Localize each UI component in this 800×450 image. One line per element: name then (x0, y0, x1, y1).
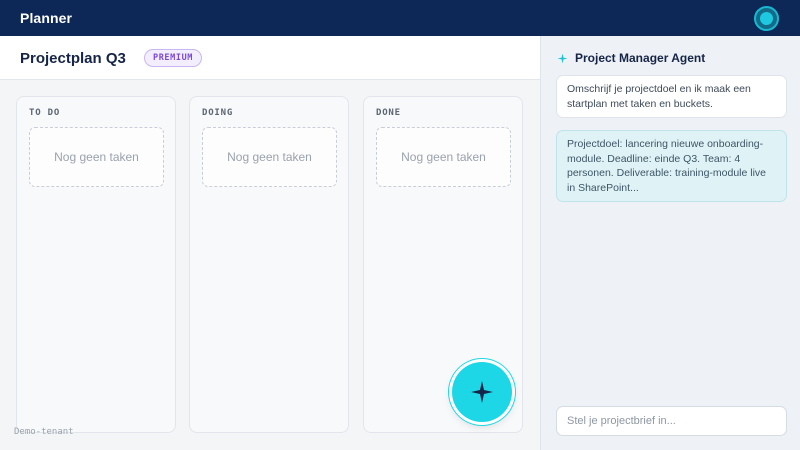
agent-header: Project Manager Agent (557, 51, 705, 65)
empty-placeholder: Nog geen taken (202, 127, 337, 187)
column-doing: DOING Nog geen taken (189, 96, 349, 433)
sparkle-icon (557, 52, 568, 64)
premium-badge: PREMIUM (144, 49, 203, 67)
column-title: DOING (202, 108, 234, 118)
agent-title: Project Manager Agent (575, 51, 706, 65)
column-todo: TO DO Nog geen taken (16, 96, 176, 433)
page-title: Projectplan Q3 (20, 50, 126, 67)
board-header: Projectplan Q3 PREMIUM (0, 36, 540, 80)
sparkle-icon (471, 381, 493, 403)
column-title: TO DO (29, 108, 61, 118)
ai-sparkle-button[interactable] (452, 362, 512, 422)
agent-panel: Project Manager Agent Omschrijf je proje… (540, 36, 800, 450)
empty-placeholder: Nog geen taken (376, 127, 511, 187)
user-message: Projectdoel: lancering nieuwe onboarding… (556, 130, 787, 202)
board-area: Projectplan Q3 PREMIUM TO DO Nog geen ta… (0, 36, 540, 450)
agent-message: Omschrijf je projectdoel en ik maak een … (556, 75, 787, 118)
top-bar: Planner (0, 0, 800, 36)
app-title: Planner (20, 10, 73, 26)
empty-placeholder: Nog geen taken (29, 127, 164, 187)
column-title: DONE (376, 108, 401, 118)
avatar-icon (760, 12, 773, 25)
tenant-label: Demo-tenant (14, 427, 74, 437)
project-brief-input[interactable] (556, 406, 787, 436)
avatar[interactable] (754, 6, 779, 31)
